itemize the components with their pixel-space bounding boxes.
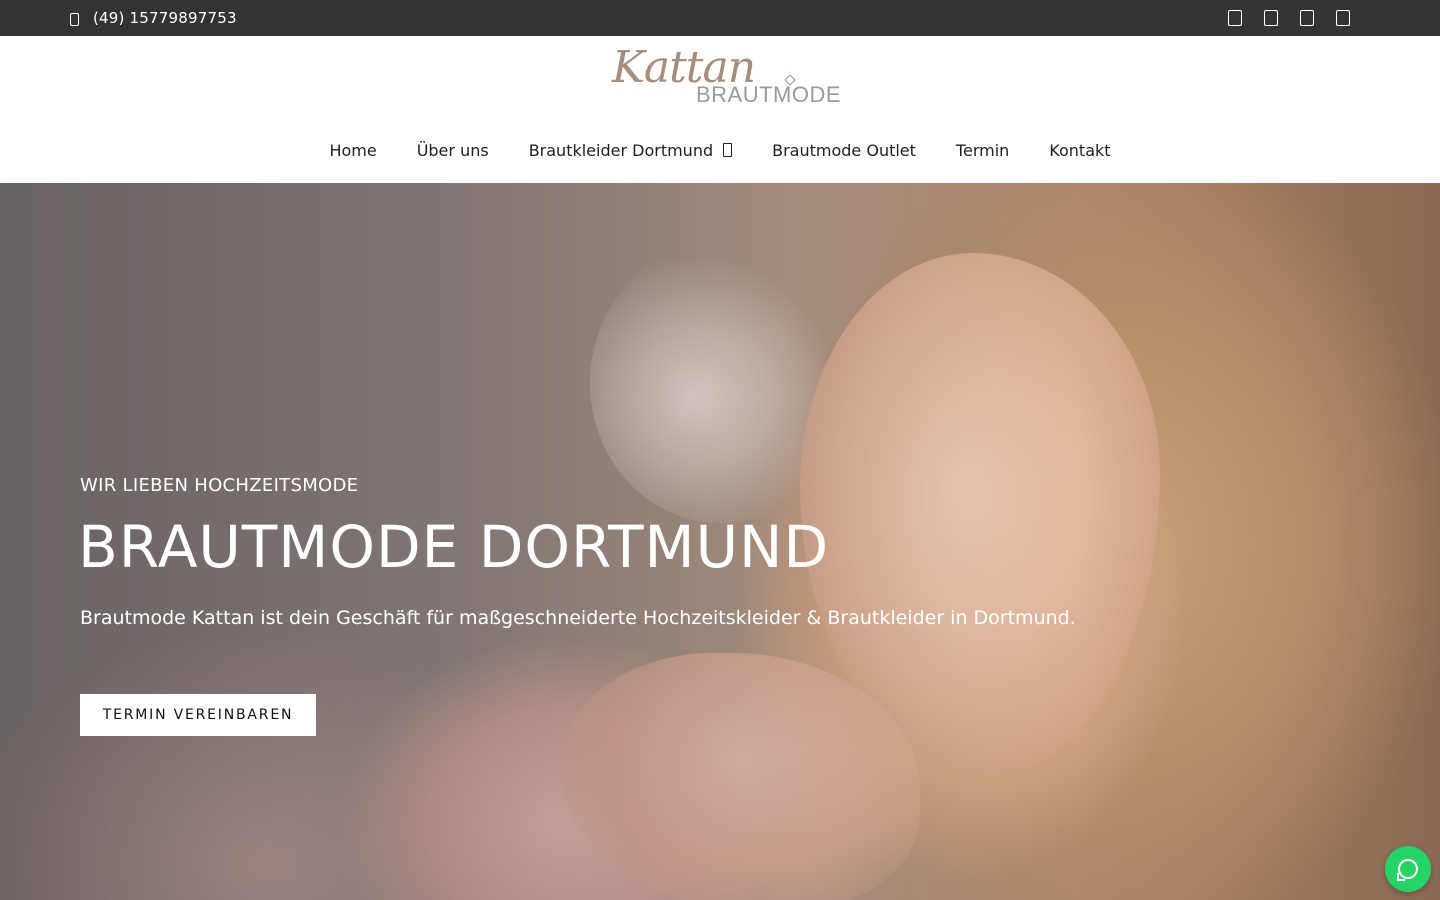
nav-item-label: Home	[329, 140, 377, 160]
phone-number[interactable]: (49) 15779897753	[93, 9, 237, 27]
chevron-down-icon[interactable]	[723, 143, 733, 157]
nav-item-label: Kontakt	[1049, 140, 1111, 160]
nav-item-termin[interactable]: Termin	[956, 141, 1009, 160]
nav-item-ueber-uns[interactable]: Über uns	[417, 141, 489, 160]
social-links	[1228, 0, 1350, 36]
site-header: Kattan BRAUTMODE Home Über uns Brautklei…	[0, 36, 1440, 183]
hero-section: WIR LIEBEN HOCHZEITSMODE BRAUTMODE DORTM…	[0, 183, 1440, 900]
whatsapp-button[interactable]	[1385, 846, 1431, 892]
top-bar: (49) 15779897753	[0, 0, 1440, 36]
nav-item-label: Über uns	[416, 140, 489, 160]
hero-kicker: WIR LIEBEN HOCHZEITSMODE	[80, 475, 359, 496]
nav-item-label: Brautkleider Dortmund	[528, 140, 714, 160]
facebook-icon[interactable]	[1228, 10, 1242, 26]
phone-icon	[70, 12, 79, 26]
youtube-icon[interactable]	[1300, 10, 1314, 26]
nav-item-kontakt[interactable]: Kontakt	[1049, 141, 1110, 160]
phone-contact[interactable]: (49) 15779897753	[70, 0, 237, 36]
nav-item-brautkleider-dortmund[interactable]: Brautkleider Dortmund	[528, 140, 733, 160]
hero-title: BRAUTMODE DORTMUND	[78, 513, 830, 581]
logo-brand: BRAUTMODE	[696, 82, 842, 107]
termin-vereinbaren-button[interactable]: TERMIN VEREINBAREN	[80, 694, 316, 736]
instagram-icon[interactable]	[1264, 10, 1278, 26]
site-logo[interactable]: Kattan BRAUTMODE	[610, 42, 841, 110]
nav-item-label: Termin	[955, 140, 1010, 160]
main-nav: Home Über uns Brautkleider Dortmund Brau…	[0, 136, 1440, 164]
nav-item-brautmode-outlet[interactable]: Brautmode Outlet	[772, 141, 916, 160]
hero-description: Brautmode Kattan ist dein Geschäft für m…	[80, 607, 1076, 629]
tiktok-icon[interactable]	[1336, 10, 1350, 26]
nav-item-home[interactable]: Home	[329, 141, 376, 160]
whatsapp-icon	[1397, 859, 1418, 881]
nav-item-label: Brautmode Outlet	[772, 140, 916, 160]
